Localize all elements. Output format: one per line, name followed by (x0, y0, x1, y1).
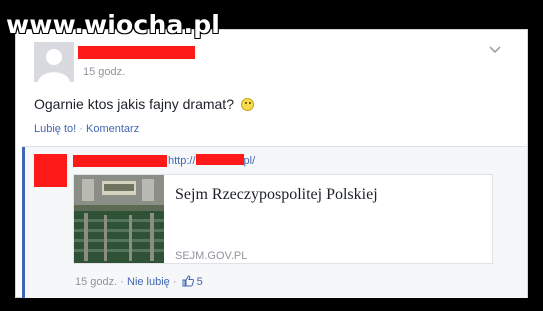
chevron-down-icon[interactable] (488, 43, 502, 57)
comment-accent-bar (22, 147, 25, 298)
comment-link[interactable]: Komentarz (86, 123, 139, 135)
redacted-commenter-name (73, 155, 167, 167)
redacted-commenter-avatar[interactable] (34, 154, 67, 187)
separator: · (172, 276, 177, 288)
separator: · (120, 276, 124, 288)
thumbs-up-icon[interactable] (182, 275, 194, 287)
redacted-author-name (78, 46, 195, 59)
comment-actions: 15 godz. · Nie lubię · 5 (75, 275, 203, 288)
avatar[interactable] (34, 42, 74, 82)
redacted-link-domain (195, 154, 244, 165)
unlike-link[interactable]: Nie lubię (127, 276, 170, 288)
post-text-content: Ogarnie ktos jakis fajny dramat? (34, 96, 234, 112)
like-link[interactable]: Lubię to! (34, 123, 76, 135)
comment-timestamp[interactable]: 15 godz. (75, 276, 117, 288)
like-count[interactable]: 5 (197, 276, 203, 288)
post-actions: Lubię to! · Komentarz (34, 123, 139, 135)
separator: · (79, 123, 83, 135)
link-prefix[interactable]: http:// (168, 155, 196, 167)
post-text: Ogarnie ktos jakis fajny dramat? (34, 96, 254, 112)
link-preview-domain: SEJM.GOV.PL (175, 250, 248, 262)
link-preview-title[interactable]: Sejm Rzeczypospolitej Polskiej (175, 186, 378, 204)
post-timestamp[interactable]: 15 godz. (83, 66, 125, 78)
comment-link-text[interactable]: http:// pl/ (168, 154, 255, 167)
link-preview-image[interactable] (74, 175, 164, 263)
smiley-emoji-icon (240, 98, 254, 111)
watermark: www.wiocha.pl (6, 10, 221, 39)
link-suffix[interactable]: pl/ (244, 155, 256, 167)
